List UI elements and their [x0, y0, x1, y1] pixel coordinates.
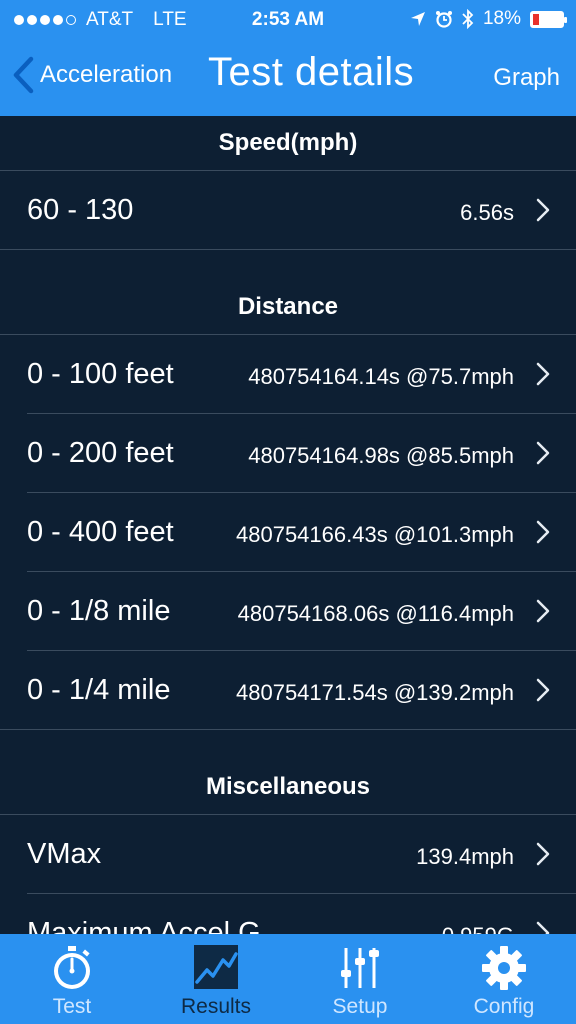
stopwatch-icon [54, 946, 90, 989]
row-label: 60 - 130 [27, 194, 134, 226]
list-item[interactable]: VMax 139.4mph [0, 815, 576, 894]
location-arrow-icon [410, 12, 425, 26]
tab-setup[interactable]: Setup [288, 934, 432, 1024]
list-item[interactable]: 0 - 100 feet 480754164.14s @75.7mph [0, 335, 576, 414]
list-item[interactable]: 0 - 400 feet 480754166.43s @101.3mph [0, 493, 576, 572]
top-bar: AT&T LTE 2:53 AM 18% Acceleration Test d… [0, 0, 576, 116]
row-label: 0 - 1/4 mile [27, 674, 171, 706]
alarm-icon [435, 11, 452, 28]
bluetooth-icon [462, 9, 474, 29]
row-label: Maximum Accel G [27, 917, 261, 934]
chevron-right-icon [536, 520, 550, 544]
tab-label: Setup [332, 995, 388, 1018]
list-item[interactable]: 0 - 200 feet 480754164.98s @85.5mph [0, 414, 576, 493]
tab-label: Results [180, 995, 252, 1018]
back-button[interactable]: Acceleration [12, 56, 172, 94]
battery-icon [530, 10, 567, 28]
row-value: 480754164.14s @75.7mph [248, 363, 514, 389]
tab-label: Config [473, 995, 535, 1018]
tab-bar: Test Results Setup Config [0, 934, 576, 1024]
section-header-distance: Distance [0, 280, 576, 335]
list-item[interactable]: 60 - 130 6.56s [0, 171, 576, 250]
section-header-speed: Speed(mph) [0, 116, 576, 171]
row-value: 0.959G [442, 919, 514, 935]
row-label: 0 - 200 feet [27, 437, 174, 469]
row-value: 6.56s [460, 199, 514, 225]
tab-label: Test [52, 995, 92, 1018]
chevron-right-icon [536, 842, 550, 866]
list-item[interactable]: Maximum Accel G 0.959G [0, 894, 576, 934]
gear-icon [482, 946, 526, 990]
chevron-right-icon [536, 678, 550, 702]
battery-percent: 18% [482, 8, 521, 29]
page-title: Test details [208, 50, 415, 94]
section-header-misc: Miscellaneous [0, 760, 576, 815]
row-label: 0 - 100 feet [27, 358, 174, 390]
tab-config[interactable]: Config [432, 934, 576, 1024]
sliders-icon [341, 948, 379, 988]
row-label: 0 - 1/8 mile [27, 595, 171, 627]
list-item[interactable]: 0 - 1/4 mile 480754171.54s @139.2mph [0, 651, 576, 730]
row-value: 480754168.06s @116.4mph [237, 600, 514, 626]
chevron-right-icon [536, 921, 550, 934]
chevron-right-icon [536, 599, 550, 623]
row-label: 0 - 400 feet [27, 516, 174, 548]
chart-icon [194, 945, 238, 989]
tab-test[interactable]: Test [0, 934, 144, 1024]
list-item[interactable]: 0 - 1/8 mile 480754168.06s @116.4mph [0, 572, 576, 651]
row-value: 480754164.98s @85.5mph [248, 442, 514, 468]
row-value: 139.4mph [416, 843, 514, 869]
status-bar: AT&T LTE 2:53 AM 18% [0, 0, 576, 40]
graph-button[interactable]: Graph [493, 64, 560, 92]
chevron-right-icon [536, 362, 550, 386]
chevron-right-icon [536, 441, 550, 465]
chevron-right-icon [536, 198, 550, 222]
details-list[interactable]: Speed(mph) 60 - 130 6.56s Distance 0 - 1… [0, 116, 576, 934]
row-label: VMax [27, 838, 102, 870]
back-button-label: Acceleration [40, 61, 173, 88]
navigation-bar: Acceleration Test details Graph [0, 40, 576, 116]
row-value: 480754171.54s @139.2mph [236, 679, 514, 705]
tab-results[interactable]: Results [144, 934, 288, 1024]
chevron-left-icon [13, 56, 34, 94]
status-indicators: 18% [410, 8, 567, 30]
row-value: 480754166.43s @101.3mph [236, 521, 514, 547]
